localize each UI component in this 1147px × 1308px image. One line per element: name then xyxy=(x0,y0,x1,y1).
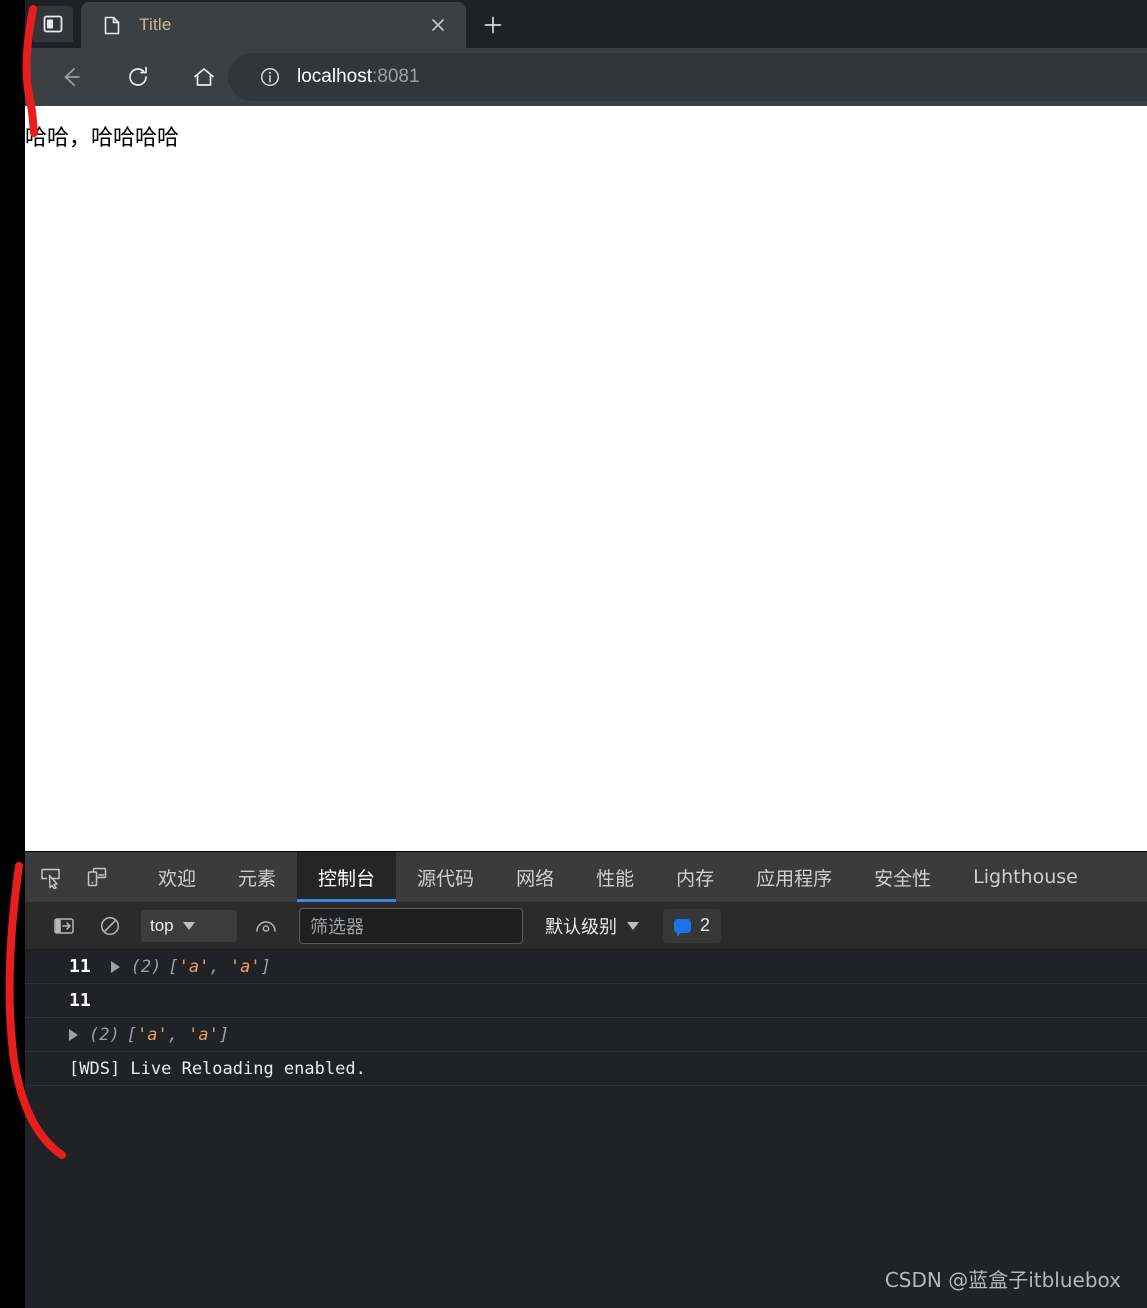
tab-label: 性能 xyxy=(596,867,635,890)
browser-toolbar: localhost:8081 xyxy=(25,48,1147,106)
device-toolbar-icon[interactable] xyxy=(79,860,115,894)
new-tab-button[interactable] xyxy=(477,9,509,41)
left-black-gutter xyxy=(0,0,25,1306)
console-toolbar: top 筛选器 默认级别 2 xyxy=(25,902,1147,950)
tab-label: 网络 xyxy=(516,867,555,890)
console-row[interactable]: 11 xyxy=(25,984,1147,1018)
devtools-tab-application[interactable]: 应用程序 xyxy=(735,852,853,902)
devtools-tab-welcome[interactable]: 欢迎 xyxy=(137,852,217,902)
live-expression-icon[interactable] xyxy=(249,911,283,941)
clear-console-icon[interactable] xyxy=(93,911,127,941)
console-filter-placeholder: 筛选器 xyxy=(310,916,364,938)
devtools-tab-performance[interactable]: 性能 xyxy=(575,852,655,902)
arrow-left-icon[interactable] xyxy=(53,59,89,95)
browser-tab-strip: Title xyxy=(25,0,1147,48)
expand-triangle-icon[interactable] xyxy=(69,1028,78,1041)
tab-label: 元素 xyxy=(238,867,277,890)
array-length: (2) xyxy=(89,1024,120,1045)
tab-label: 源代码 xyxy=(417,867,475,890)
page-viewport: 哈哈，哈哈哈哈 xyxy=(25,106,1147,851)
tab-label: 内存 xyxy=(676,867,715,890)
devtools-tab-console[interactable]: 控制台 xyxy=(297,852,397,902)
url-port: :8081 xyxy=(372,66,420,87)
browser-window: Title localhost:8081 哈哈，哈哈哈哈 xyxy=(25,0,1147,851)
watermark: CSDN @蓝盒子itbluebox xyxy=(884,1268,1121,1292)
devtools-tab-memory[interactable]: 内存 xyxy=(655,852,735,902)
console-row[interactable]: (2) ['a', 'a'] xyxy=(25,1018,1147,1052)
message-bubble-icon xyxy=(674,918,691,937)
devtools-tab-network[interactable]: 网络 xyxy=(495,852,575,902)
tab-label: 欢迎 xyxy=(158,867,197,890)
browser-tab[interactable]: Title xyxy=(81,2,466,48)
reload-icon[interactable] xyxy=(120,59,156,95)
page-body-text: 哈哈，哈哈哈哈 xyxy=(25,126,180,151)
devtools-tab-elements[interactable]: 元素 xyxy=(217,852,297,902)
home-icon[interactable] xyxy=(186,59,222,95)
url-host: localhost xyxy=(297,66,372,87)
tab-label: 控制台 xyxy=(318,867,376,890)
tab-title: Title xyxy=(139,15,172,34)
console-row[interactable]: [WDS] Live Reloading enabled. xyxy=(25,1052,1147,1086)
console-row[interactable]: 11 (2) ['a', 'a'] xyxy=(25,950,1147,984)
array-preview: ['a', 'a'] xyxy=(126,1024,230,1045)
address-bar-url: localhost:8081 xyxy=(297,66,420,88)
execution-context-select[interactable]: top xyxy=(141,909,237,942)
expand-triangle-icon[interactable] xyxy=(110,960,120,973)
devtools-tab-security[interactable]: 安全性 xyxy=(853,852,952,902)
message-count-badge[interactable]: 2 xyxy=(663,908,722,943)
console-message-text: [WDS] Live Reloading enabled. xyxy=(69,1058,366,1079)
execution-context-value: top xyxy=(150,915,174,935)
array-length: (2) xyxy=(130,956,162,977)
inspect-element-icon[interactable] xyxy=(33,860,69,894)
log-level-select[interactable]: 默认级别 xyxy=(537,910,647,942)
log-level-label: 默认级别 xyxy=(545,916,617,938)
close-icon[interactable] xyxy=(426,13,450,37)
address-bar[interactable]: localhost:8081 xyxy=(228,53,1147,101)
sidebar-panel-icon[interactable] xyxy=(33,6,73,42)
devtools-panel: 欢迎 元素 控制台 源代码 网络 性能 内存 应用程序 安全性 Lighthou… xyxy=(25,851,1147,1308)
array-preview: ['a', 'a'] xyxy=(168,956,271,977)
repeat-count: 11 xyxy=(69,990,91,1011)
tab-label: 安全性 xyxy=(874,867,932,890)
console-output[interactable]: 11 (2) ['a', 'a'] 11 (2) ['a', 'a'] [WDS… xyxy=(25,950,1147,1308)
console-sidebar-icon[interactable] xyxy=(47,911,81,941)
chevron-down-icon xyxy=(627,921,639,930)
tab-label: Lighthouse xyxy=(973,866,1078,888)
devtools-tab-sources[interactable]: 源代码 xyxy=(396,852,495,902)
tab-label: 应用程序 xyxy=(756,867,833,890)
devtools-tab-bar: 欢迎 元素 控制台 源代码 网络 性能 内存 应用程序 安全性 Lighthou… xyxy=(25,852,1147,902)
message-count: 2 xyxy=(700,915,711,935)
devtools-tab-lighthouse[interactable]: Lighthouse xyxy=(952,852,1099,902)
page-icon xyxy=(103,15,121,35)
chevron-down-icon xyxy=(182,921,195,930)
info-circle-icon[interactable] xyxy=(258,65,282,89)
console-filter-input[interactable]: 筛选器 xyxy=(299,907,523,944)
repeat-count: 11 xyxy=(69,956,91,977)
